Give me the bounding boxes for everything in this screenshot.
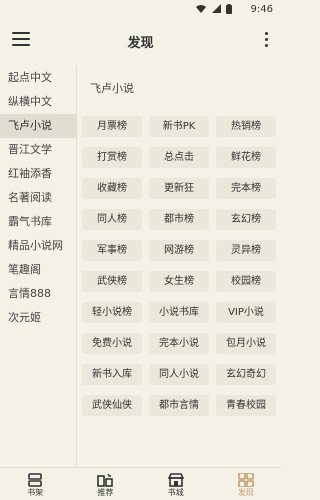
section-title: 飞卢小说	[90, 82, 134, 95]
ranking-tag[interactable]: 新书入库	[82, 364, 142, 385]
page-title: 发现	[127, 36, 154, 51]
ranking-tag[interactable]: 同人小说	[149, 364, 209, 385]
discover-content: 飞卢小说 月票榜 新书PK 热销榜 打赏榜 总点击 鲜花榜 收藏榜 更新狂 完本…	[77, 66, 281, 468]
sidebar-item-biquge[interactable]: 笔趣阁	[0, 258, 76, 282]
ranking-tag[interactable]: 军事榜	[82, 240, 142, 261]
battery-icon	[226, 4, 232, 17]
ranking-tag[interactable]: 包月小说	[216, 333, 276, 354]
tab-label: 书架	[27, 488, 44, 497]
more-options-icon[interactable]	[265, 32, 269, 50]
sidebar-item-ciyuanji[interactable]: 次元姬	[0, 306, 76, 330]
sidebar-item-baqi[interactable]: 霸气书库	[0, 210, 76, 234]
ranking-tag[interactable]: 武侠仙侠	[82, 395, 142, 416]
sidebar-item-jingpin[interactable]: 精品小说网	[0, 234, 76, 258]
bookshelf-icon	[27, 472, 43, 487]
ranking-tag[interactable]: VIP小说	[216, 302, 276, 323]
source-sidebar: 起点中文 纵横中文 飞卢小说 晋江文学 红袖添香 名著阅读 霸气书库 精品小说网…	[0, 66, 77, 468]
ranking-tag[interactable]: 都市言情	[149, 395, 209, 416]
ranking-tag[interactable]: 校园榜	[216, 271, 276, 292]
ranking-tag[interactable]: 同人榜	[82, 209, 142, 230]
app-bar: 发现	[0, 20, 281, 62]
ranking-tag[interactable]: 收藏榜	[82, 178, 142, 199]
sidebar-item-zongheng[interactable]: 纵横中文	[0, 90, 76, 114]
wifi-icon	[196, 4, 206, 16]
discover-icon	[238, 472, 254, 488]
ranking-tag[interactable]: 青春校园	[216, 395, 276, 416]
ranking-tag[interactable]: 轻小说榜	[82, 302, 142, 323]
tab-discover[interactable]: 发现	[211, 468, 281, 500]
ranking-tag[interactable]: 武侠榜	[82, 271, 142, 292]
ranking-tag[interactable]: 完本榜	[216, 178, 276, 199]
status-time: 9:46	[250, 4, 273, 15]
tab-recommend[interactable]: 推荐	[70, 468, 140, 500]
ranking-tag[interactable]: 小说书库	[149, 302, 209, 323]
ranking-tag[interactable]: 灵异榜	[216, 240, 276, 261]
tab-bookstore[interactable]: 书城	[141, 468, 211, 500]
ranking-tag[interactable]: 打赏榜	[82, 147, 142, 168]
status-bar: 9:46	[0, 0, 281, 20]
sidebar-item-qidian[interactable]: 起点中文	[0, 66, 76, 90]
bottom-tab-bar: 书架 推荐 书城 发现	[0, 467, 281, 500]
ranking-tag[interactable]: 总点击	[149, 147, 209, 168]
tab-label: 推荐	[97, 488, 114, 497]
ranking-tag[interactable]: 玄幻榜	[216, 209, 276, 230]
ranking-tag[interactable]: 更新狂	[149, 178, 209, 199]
sidebar-item-classics[interactable]: 名著阅读	[0, 186, 76, 210]
signal-icon	[212, 4, 221, 16]
ranking-tag[interactable]: 鲜花榜	[216, 147, 276, 168]
ranking-tag[interactable]: 女生榜	[149, 271, 209, 292]
tab-label: 发现	[237, 488, 254, 497]
ranking-tag[interactable]: 月票榜	[82, 116, 142, 137]
tab-bookshelf[interactable]: 书架	[0, 468, 70, 500]
ranking-tag[interactable]: 网游榜	[149, 240, 209, 261]
ranking-tag[interactable]: 新书PK	[149, 116, 209, 137]
sidebar-item-hongxiu[interactable]: 红袖添香	[0, 162, 76, 186]
sidebar-item-yanqing888[interactable]: 言情888	[0, 282, 76, 306]
ranking-grid: 月票榜 新书PK 热销榜 打赏榜 总点击 鲜花榜 收藏榜 更新狂 完本榜 同人榜…	[82, 116, 280, 416]
sidebar-item-feilu[interactable]: 飞卢小说	[0, 114, 76, 138]
bookstore-icon	[167, 472, 184, 487]
ranking-tag[interactable]: 热销榜	[216, 116, 276, 137]
ranking-tag[interactable]: 完本小说	[149, 333, 209, 354]
ranking-tag[interactable]: 玄幻奇幻	[216, 364, 276, 385]
ranking-tag[interactable]: 都市榜	[149, 209, 209, 230]
tab-label: 书城	[167, 488, 184, 497]
sidebar-item-jinjiang[interactable]: 晋江文学	[0, 138, 76, 162]
ranking-tag[interactable]: 免费小说	[82, 333, 142, 354]
recommend-icon	[97, 472, 114, 487]
